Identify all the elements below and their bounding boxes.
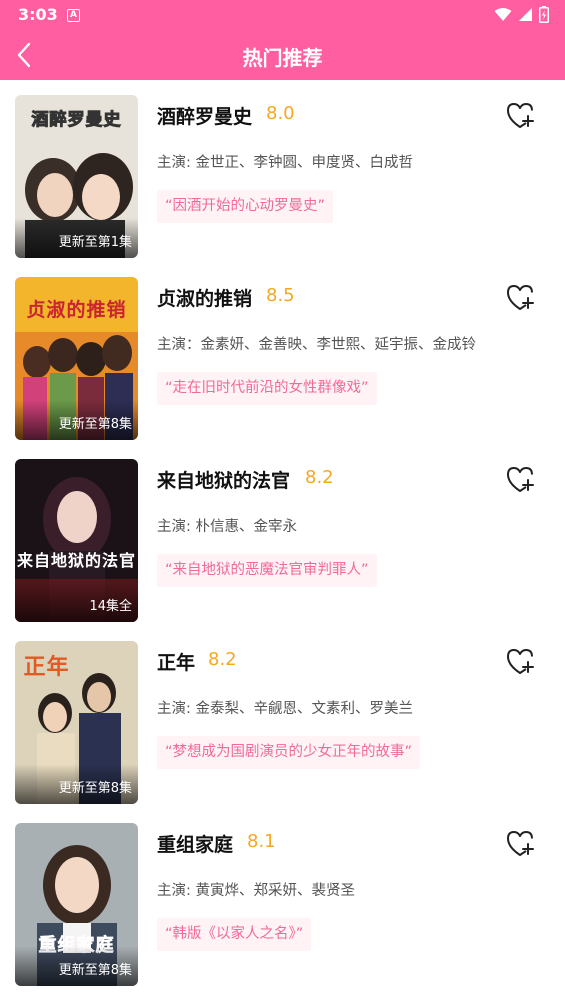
tagline: “来自地狱的恶魔法官审判罪人”	[157, 554, 377, 587]
episode-badge: 更新至第1集	[58, 235, 132, 250]
list-item[interactable]: 酒醉罗曼史 更新至第1集 酒醉罗曼史 8.0 主演: 金世正、李钟圆、申度贤、白…	[0, 80, 565, 262]
signal-icon	[519, 8, 532, 21]
poster[interactable]: 来自地狱的法官 14集全	[15, 459, 138, 622]
poster-title-text: 来自地狱的法官	[16, 551, 136, 570]
drama-title[interactable]: 贞淑的推销	[157, 284, 252, 311]
tagline: “韩版《以家人之名》”	[157, 918, 312, 951]
rating: 8.1	[247, 831, 276, 852]
cast-list: 主演：金素妍、金善映、李世熙、延宇振、金成铃	[157, 337, 476, 353]
tagline: “因酒开始的心动罗曼史”	[157, 190, 334, 223]
poster[interactable]: 重组家庭 更新至第8集	[15, 823, 138, 986]
heart-plus-icon[interactable]	[506, 101, 536, 129]
rating: 8.0	[266, 103, 295, 124]
cast-list: 主演: 金泰梨、辛觎恩、文素利、罗美兰	[157, 701, 413, 717]
poster[interactable]: 酒醉罗曼史 更新至第1集	[15, 95, 138, 258]
poster-title-text: 正年	[23, 655, 70, 680]
battery-icon	[539, 6, 549, 23]
drama-title[interactable]: 正年	[157, 648, 195, 675]
heart-plus-icon[interactable]	[506, 647, 536, 675]
poster-title-text: 酒醉罗曼史	[31, 110, 122, 131]
drama-title[interactable]: 酒醉罗曼史	[157, 102, 252, 129]
poster[interactable]: 正年 更新至第8集	[15, 641, 138, 804]
page-title: 热门推荐	[242, 46, 323, 70]
list-item[interactable]: 重组家庭 更新至第8集 重组家庭 8.1 主演: 黄寅烨、郑采妍、裴贤圣 “韩版…	[0, 808, 565, 990]
wifi-icon	[494, 8, 512, 21]
notification-icon: A	[67, 9, 80, 22]
title-bar: 热门推荐	[0, 30, 565, 80]
episode-badge: 14集全	[89, 599, 132, 614]
episode-badge: 更新至第8集	[58, 417, 132, 432]
status-icons	[494, 6, 549, 23]
rating: 8.2	[208, 649, 237, 670]
poster[interactable]: 贞淑的推销 更新至第8集	[15, 277, 138, 440]
tagline: “走在旧时代前沿的女性群像戏”	[157, 372, 377, 405]
list-item[interactable]: 来自地狱的法官 14集全 来自地狱的法官 8.2 主演: 朴信惠、金宰永 “来自…	[0, 444, 565, 626]
episode-badge: 更新至第8集	[58, 781, 132, 796]
list-item[interactable]: 贞淑的推销 更新至第8集 贞淑的推销 8.5 主演：金素妍、金善映、李世熙、延宇…	[0, 262, 565, 444]
poster-title-text: 贞淑的推销	[26, 299, 127, 321]
tagline: “梦想成为国剧演员的少女正年的故事”	[157, 736, 421, 769]
heart-plus-icon[interactable]	[506, 829, 536, 857]
status-time: 3:03	[18, 5, 58, 24]
list-item[interactable]: 正年 更新至第8集 正年 8.2 主演: 金泰梨、辛觎恩、文素利、罗美兰 “梦想…	[0, 626, 565, 808]
drama-title[interactable]: 重组家庭	[157, 830, 233, 857]
drama-list: 酒醉罗曼史 更新至第1集 酒醉罗曼史 8.0 主演: 金世正、李钟圆、申度贤、白…	[0, 80, 565, 990]
rating: 8.2	[305, 467, 334, 488]
cast-list: 主演: 黄寅烨、郑采妍、裴贤圣	[157, 883, 355, 899]
heart-plus-icon[interactable]	[506, 465, 536, 493]
cast-list: 主演: 朴信惠、金宰永	[157, 519, 297, 535]
cast-list: 主演: 金世正、李钟圆、申度贤、白成哲	[157, 155, 413, 171]
rating: 8.5	[266, 285, 295, 306]
drama-title[interactable]: 来自地狱的法官	[157, 466, 290, 493]
heart-plus-icon[interactable]	[506, 283, 536, 311]
episode-badge: 更新至第8集	[58, 963, 132, 978]
status-bar: 3:03 A	[0, 0, 565, 30]
